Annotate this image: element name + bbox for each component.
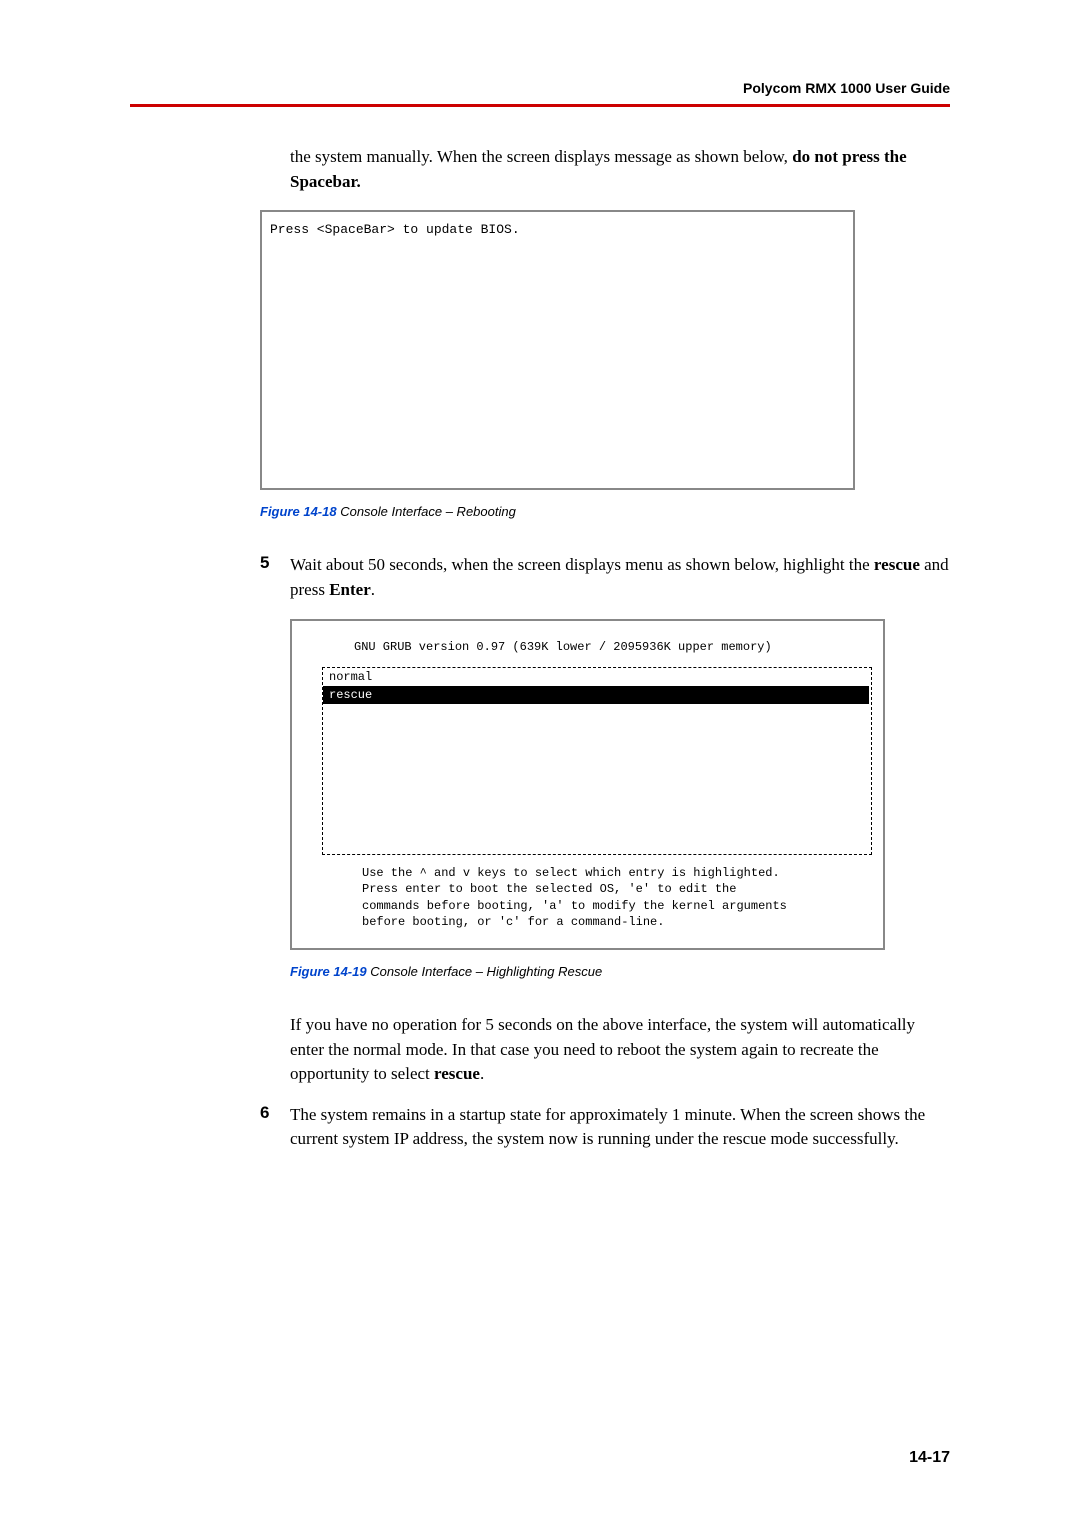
figure-text-2: Console Interface – Highlighting Rescue xyxy=(367,964,603,979)
grub-item-rescue: rescue xyxy=(323,686,869,704)
step5-t3: . xyxy=(371,580,375,599)
figure-number-2: Figure 14-19 xyxy=(290,964,367,979)
grub-help-text: Use the ^ and v keys to select which ent… xyxy=(308,865,867,930)
bios-prompt-text: Press <SpaceBar> to update BIOS. xyxy=(270,222,845,237)
grub-item-normal: normal xyxy=(323,668,871,686)
step-5-text: Wait about 50 seconds, when the screen d… xyxy=(290,553,950,602)
grub-empty-area xyxy=(323,704,871,854)
figure-number-1: Figure 14-18 xyxy=(260,504,337,519)
step5-t1: Wait about 50 seconds, when the screen d… xyxy=(290,555,874,574)
after-step5-paragraph: If you have no operation for 5 seconds o… xyxy=(290,1013,950,1087)
after5-t1: If you have no operation for 5 seconds o… xyxy=(290,1015,915,1083)
after5-b1: rescue xyxy=(434,1064,480,1083)
intro-paragraph: the system manually. When the screen dis… xyxy=(290,145,950,194)
figure-caption-1: Figure 14-18 Console Interface – Rebooti… xyxy=(260,504,950,519)
grub-help-4: before booting, or 'c' for a command-lin… xyxy=(362,914,867,930)
step5-b2: Enter xyxy=(329,580,371,599)
grub-help-2: Press enter to boot the selected OS, 'e'… xyxy=(362,881,867,897)
grub-title: GNU GRUB version 0.97 (639K lower / 2095… xyxy=(308,639,867,655)
after5-t2: . xyxy=(480,1064,484,1083)
grub-help-1: Use the ^ and v keys to select which ent… xyxy=(362,865,867,881)
grub-menu-box: normal rescue xyxy=(322,667,872,855)
step-6-row: 6 The system remains in a startup state … xyxy=(260,1103,950,1152)
figure-text-1: Console Interface – Rebooting xyxy=(337,504,516,519)
step-5-row: 5 Wait about 50 seconds, when the screen… xyxy=(260,553,950,602)
intro-text: the system manually. When the screen dis… xyxy=(290,147,792,166)
console-screenshot-1: Press <SpaceBar> to update BIOS. xyxy=(260,210,855,490)
console-screenshot-2: GNU GRUB version 0.97 (639K lower / 2095… xyxy=(290,619,885,950)
step5-b1: rescue xyxy=(874,555,920,574)
page-number: 14-17 xyxy=(909,1449,950,1467)
grub-help-3: commands before booting, 'a' to modify t… xyxy=(362,898,867,914)
step-6-text: The system remains in a startup state fo… xyxy=(290,1103,950,1152)
header-divider xyxy=(130,104,950,107)
page-header: Polycom RMX 1000 User Guide xyxy=(130,80,950,96)
step-5-number: 5 xyxy=(260,553,290,602)
step-6-number: 6 xyxy=(260,1103,290,1152)
figure-caption-2: Figure 14-19 Console Interface – Highlig… xyxy=(290,964,950,979)
